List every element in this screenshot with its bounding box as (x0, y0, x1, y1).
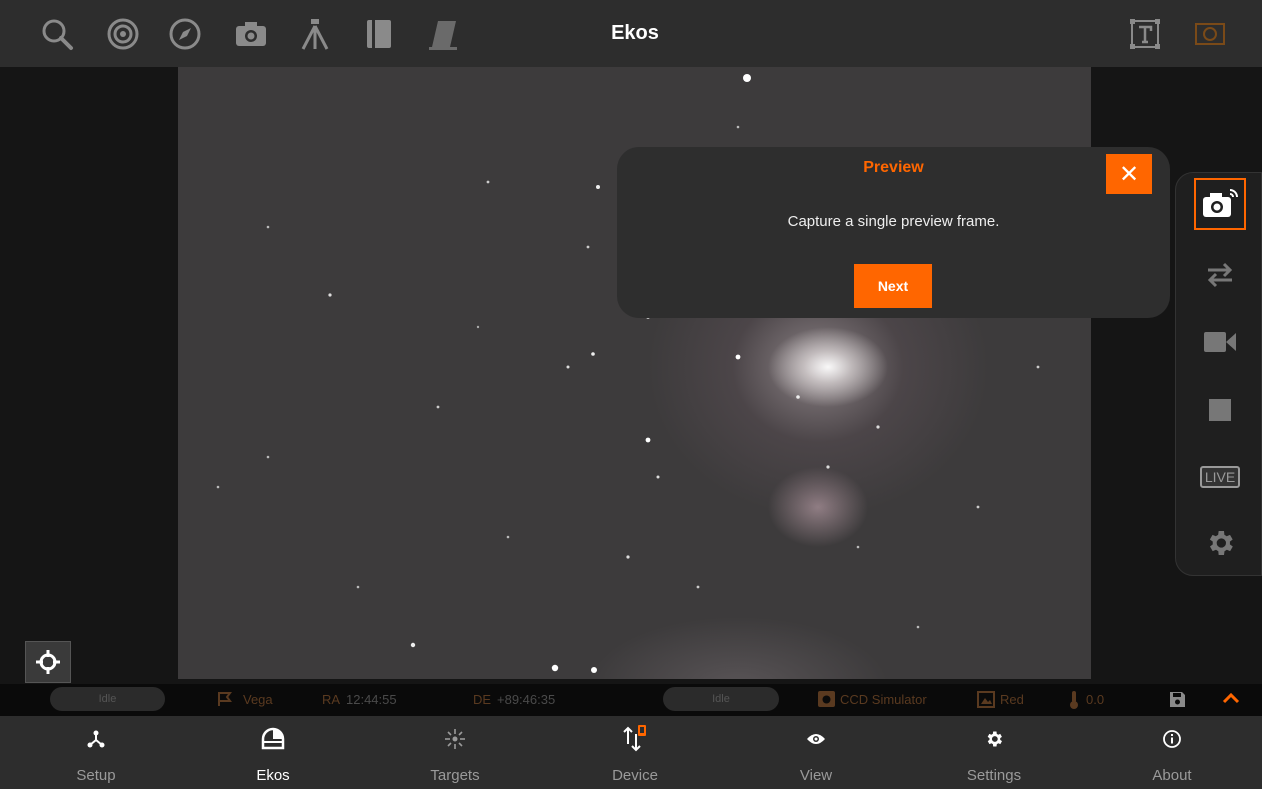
search-icon[interactable] (40, 17, 74, 51)
page-title: Ekos (611, 22, 659, 44)
de-label: DE (473, 692, 492, 707)
eye-icon (807, 734, 825, 744)
telescope-icon[interactable] (298, 17, 332, 51)
ra-label: RA (322, 692, 341, 707)
nav-label: Device (612, 767, 658, 784)
temperature-value: 0.0 (1086, 692, 1105, 707)
compass-icon[interactable] (168, 17, 202, 51)
save-icon[interactable] (1169, 691, 1186, 708)
book-icon[interactable] (362, 17, 396, 51)
video-icon (1204, 332, 1236, 352)
filter-wheel-icon (977, 691, 995, 708)
nav-label: Ekos (256, 767, 290, 784)
tour-message: Capture a single preview frame. (787, 213, 1000, 230)
capture-settings-button[interactable] (1194, 517, 1246, 569)
nav-label: About (1152, 767, 1192, 784)
preview-button[interactable] (1194, 178, 1246, 230)
capture-panel: LIVE (1175, 172, 1262, 576)
nav-label: View (799, 767, 833, 784)
stop-button[interactable] (1194, 384, 1246, 436)
camera-icon[interactable] (234, 17, 268, 51)
loop-button[interactable] (1194, 248, 1246, 300)
repeat-icon (1207, 262, 1233, 288)
camera-name: CCD Simulator (840, 692, 927, 707)
nav-label: Settings (966, 767, 1022, 784)
device-icon (623, 725, 646, 752)
nav-item-settings[interactable]: Settings (904, 716, 1084, 789)
nav-label: Setup (76, 767, 116, 784)
ra-value: 12:44:55 (346, 692, 397, 707)
stop-icon (1209, 399, 1231, 421)
live-label: LIVE (1199, 466, 1241, 488)
close-button[interactable]: ✕ (1106, 154, 1152, 194)
status-bar: Idle Vega RA 12:44:55 DE +89:46:35 Idle … (0, 684, 1262, 716)
mount-status-pill: Idle (50, 687, 165, 711)
nav-item-setup[interactable]: Setup (6, 716, 186, 789)
info-icon (1163, 730, 1181, 748)
nav-item-about[interactable]: About (1082, 716, 1262, 789)
close-icon: ✕ (1118, 160, 1140, 188)
next-button[interactable]: Next (854, 264, 932, 308)
frame-icon[interactable] (1193, 17, 1227, 51)
video-button[interactable] (1194, 316, 1246, 368)
thermometer-icon (1070, 691, 1078, 709)
gear-icon (1209, 531, 1233, 555)
target-icon[interactable] (106, 17, 140, 51)
nav-item-targets[interactable]: Targets (365, 716, 545, 789)
gear-icon (987, 731, 1002, 747)
setup-icon (87, 730, 105, 748)
nav-item-ekos[interactable]: Ekos (183, 716, 363, 789)
flag-icon (218, 692, 232, 706)
filter-icon[interactable] (426, 17, 460, 51)
ccd-camera-icon (818, 691, 835, 707)
camera-status-pill: Idle (663, 687, 779, 711)
top-toolbar: Ekos (0, 0, 1262, 67)
camera-preview-icon (1203, 189, 1238, 217)
ekos-icon (261, 727, 285, 750)
tour-dialog: Preview ✕ Capture a single preview frame… (617, 147, 1170, 318)
filter-name: Red (1000, 692, 1024, 707)
nav-item-view[interactable]: View (726, 716, 906, 789)
bottom-navigation: Setup Ekos Targets Device View Settings … (0, 716, 1262, 789)
text-frame-icon[interactable] (1128, 17, 1162, 51)
targets-icon (445, 729, 465, 749)
crosshair-button[interactable] (25, 641, 71, 683)
chevron-up-icon[interactable] (1222, 691, 1240, 705)
nav-item-device[interactable]: Device (545, 716, 725, 789)
nav-label: Targets (430, 767, 480, 784)
live-button[interactable]: LIVE (1194, 451, 1246, 503)
de-value: +89:46:35 (497, 692, 556, 707)
tour-title: Preview (863, 159, 924, 176)
crosshair-icon (36, 650, 60, 674)
target-name: Vega (243, 692, 273, 707)
